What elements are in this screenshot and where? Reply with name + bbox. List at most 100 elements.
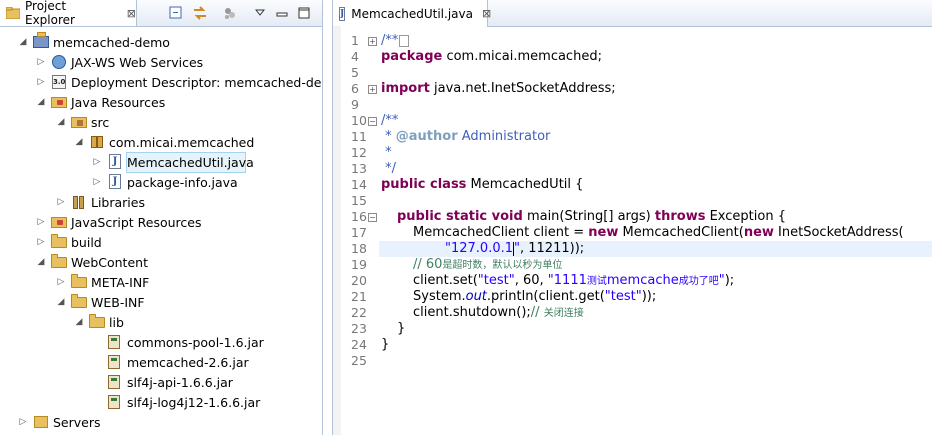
code-line-12: * — [381, 145, 392, 160]
collapse-all-icon[interactable] — [168, 5, 184, 21]
line-number: 25 — [351, 353, 367, 368]
code-line-4: package com.micai.memcached; — [381, 49, 602, 64]
line-number: 4 — [351, 49, 359, 64]
tree-item-package[interactable]: ◢ com.micai.memcached — [74, 132, 255, 152]
code-area[interactable]: /** package com.micai.memcached; import … — [379, 26, 932, 435]
collapse-fold-icon[interactable]: − — [368, 117, 377, 126]
tree-item-java-resources[interactable]: ◢ Java Resources — [36, 92, 166, 112]
tree-item-jax-ws[interactable]: ▷ JAX-WS Web Services — [36, 52, 204, 72]
code-line-23: } — [397, 321, 406, 336]
expanded-arrow-icon[interactable]: ◢ — [56, 297, 66, 307]
javascript-resources-icon — [51, 214, 67, 230]
maximize-icon[interactable] — [296, 5, 312, 21]
line-number: 24 — [351, 337, 367, 352]
folded-comment-icon[interactable] — [399, 34, 410, 47]
collapsed-arrow-icon[interactable]: ▷ — [92, 157, 102, 167]
package-icon — [89, 134, 105, 150]
line-number: 18 — [351, 241, 367, 256]
expand-fold-icon[interactable]: + — [368, 37, 377, 46]
expanded-arrow-icon[interactable]: ◢ — [56, 117, 66, 127]
source-folder-icon — [71, 114, 87, 130]
tree-item-memcached-demo[interactable]: ◢ memcached-demo — [18, 32, 170, 52]
java-file-icon: J — [339, 6, 346, 21]
code-line-19: // 60是超时数，默认以秒为单位 — [413, 257, 563, 272]
code-line-14: public class MemcachedUtil { — [381, 177, 584, 192]
line-number: 13 — [351, 161, 367, 176]
tree-item-src[interactable]: ◢ src — [56, 112, 110, 132]
line-number: 14 — [351, 177, 367, 192]
line-number: 17 — [351, 225, 367, 240]
link-with-editor-icon[interactable] — [192, 5, 208, 21]
tree-item-meta-inf[interactable]: ▷ META-INF — [56, 272, 149, 292]
line-number: 21 — [351, 289, 367, 304]
collapsed-arrow-icon[interactable]: ▷ — [36, 57, 46, 67]
code-line-17: MemcachedClient client = new MemcachedCl… — [413, 225, 904, 240]
line-number: 9 — [351, 97, 359, 112]
code-line-18: "127.0.0.1", 11211)); — [445, 241, 585, 256]
view-menu-icon[interactable] — [252, 5, 268, 21]
expand-fold-icon[interactable]: + — [368, 85, 377, 94]
collapsed-arrow-icon[interactable]: ▷ — [92, 177, 102, 187]
collapsed-arrow-icon[interactable]: ▷ — [36, 237, 46, 247]
code-line-10: /** — [381, 113, 399, 128]
collapsed-arrow-icon[interactable]: ▷ — [36, 217, 46, 227]
tree-item-slf4j-api-jar[interactable]: slf4j-api-1.6.6.jar — [107, 372, 233, 392]
line-number: 20 — [351, 273, 367, 288]
tree-item-servers[interactable]: ▷ Servers — [18, 412, 101, 432]
minimize-icon[interactable] — [274, 5, 290, 21]
tab-memcachedutil-java[interactable]: J MemcachedUtil.java ⊠ — [333, 0, 491, 27]
tree-item-javascript-resources[interactable]: ▷ JavaScript Resources — [36, 212, 202, 232]
code-line-1: /** — [381, 33, 410, 49]
project-icon — [33, 32, 49, 50]
jar-icon — [107, 374, 123, 390]
close-icon[interactable]: ⊠ — [482, 7, 491, 20]
folder-icon — [71, 294, 87, 310]
tree-item-libraries[interactable]: ▷ Libraries — [56, 192, 145, 212]
line-number: 15 — [351, 193, 367, 208]
jar-icon — [107, 394, 123, 410]
collapse-fold-icon[interactable]: − — [368, 213, 377, 222]
folder-icon — [71, 274, 87, 290]
view-menu-dots-icon[interactable] — [222, 5, 238, 21]
project-explorer-panel: Project Explorer ⊠ ◢ memcached-demo ▷ JA… — [0, 0, 323, 435]
java-resources-icon — [51, 94, 67, 110]
line-number: 11 — [351, 129, 367, 144]
expanded-arrow-icon[interactable]: ◢ — [74, 317, 84, 327]
code-line-20: client.set("test", 60, "1111测试memcache成功… — [413, 273, 735, 288]
code-line-24: } — [381, 337, 390, 352]
tree-item-commons-pool-jar[interactable]: commons-pool-1.6.jar — [107, 332, 264, 352]
editor-tab-title: MemcachedUtil.java — [351, 6, 473, 21]
collapsed-arrow-icon[interactable]: ▷ — [56, 197, 66, 207]
tree-item-web-inf[interactable]: ◢ WEB-INF — [56, 292, 145, 312]
tree-item-webcontent[interactable]: ◢ WebContent — [36, 252, 148, 272]
close-icon[interactable]: ⊠ — [127, 7, 136, 20]
expanded-arrow-icon[interactable]: ◢ — [18, 37, 28, 47]
tree-item-lib[interactable]: ◢ lib — [74, 312, 124, 332]
collapsed-arrow-icon[interactable]: ▷ — [18, 417, 28, 427]
tree-item-build[interactable]: ▷ build — [36, 232, 102, 252]
expanded-arrow-icon[interactable]: ◢ — [36, 257, 46, 267]
collapsed-arrow-icon[interactable]: ▷ — [36, 77, 46, 87]
tab-project-explorer[interactable]: Project Explorer ⊠ — [0, 0, 137, 27]
expanded-arrow-icon[interactable]: ◢ — [74, 137, 84, 147]
code-line-21: System.out.println(client.get("test")); — [413, 289, 657, 304]
folder-icon — [51, 254, 67, 270]
tree-item-deployment-descriptor[interactable]: ▷ 3.0 Deployment Descriptor: memcached-d… — [36, 72, 322, 92]
java-file-icon: J — [107, 174, 123, 190]
tree-item-slf4j-log4j12-jar[interactable]: slf4j-log4j12-1.6.6.jar — [107, 392, 260, 412]
project-explorer-title: Project Explorer — [25, 0, 75, 27]
jar-icon — [107, 354, 123, 370]
code-line-22: client.shutdown();// 关闭连接 — [413, 305, 584, 320]
overview-ruler[interactable] — [333, 26, 341, 435]
code-line-6: import java.net.InetSocketAddress; — [381, 81, 616, 96]
collapsed-arrow-icon[interactable]: ▷ — [56, 277, 66, 287]
tree-item-package-info-java[interactable]: ▷ J package-info.java — [92, 172, 238, 192]
code-line-11: * @author Administrator — [381, 129, 551, 144]
tree-item-memcachedutil-java[interactable]: ▷ J MemcachedUtil.java — [92, 152, 254, 172]
folder-icon — [51, 234, 67, 250]
line-number-gutter: 1 + 4 5 6 + 9 10 − 11 12 13 14 15 16 − 1… — [341, 26, 379, 435]
tree-item-memcached-jar[interactable]: memcached-2.6.jar — [107, 352, 249, 372]
jar-icon — [107, 334, 123, 350]
expanded-arrow-icon[interactable]: ◢ — [36, 97, 46, 107]
line-number: 22 — [351, 305, 367, 320]
